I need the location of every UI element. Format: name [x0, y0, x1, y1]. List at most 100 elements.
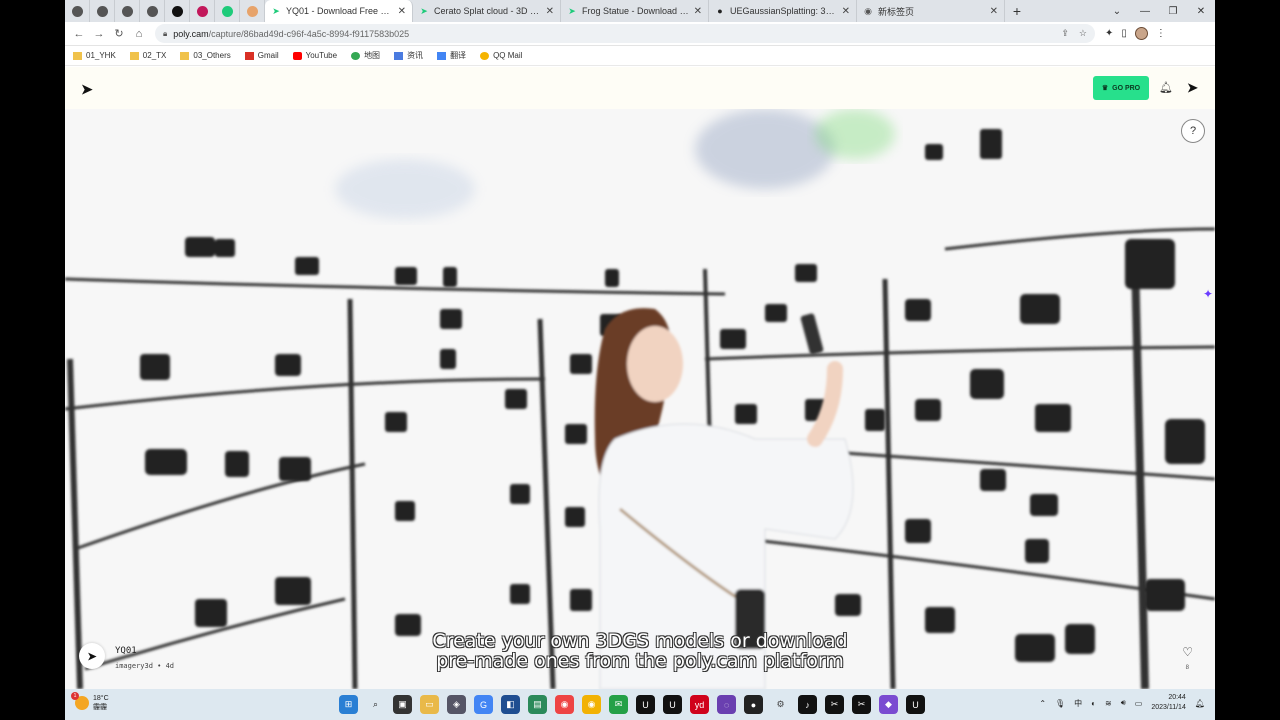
- unreal-icon[interactable]: U: [906, 695, 925, 714]
- pinned-tab[interactable]: [115, 0, 140, 22]
- capcut-icon[interactable]: ✂: [852, 695, 871, 714]
- tab-title: Frog Statue - Download Free: [582, 6, 690, 16]
- bookmark-gmail[interactable]: Gmail: [244, 51, 279, 60]
- cube-app-icon[interactable]: ◈: [447, 695, 466, 714]
- bookmark-youtube[interactable]: YouTube: [292, 51, 338, 60]
- close-icon[interactable]: ✕: [398, 6, 406, 17]
- news-icon: [394, 51, 404, 60]
- chrome-canary-icon[interactable]: ◉: [582, 695, 601, 714]
- bookmark-folder[interactable]: 03_Others: [180, 51, 231, 60]
- notification-bell-icon[interactable]: 🔔︎: [1195, 699, 1205, 708]
- go-pro-button[interactable]: ♛ GO PRO: [1093, 76, 1149, 100]
- window-controls: ⌄ — ❐ ✕: [1103, 0, 1215, 22]
- star-icon[interactable]: ☆: [1079, 28, 1087, 39]
- chevron-down-icon[interactable]: ⌄: [1103, 6, 1131, 17]
- address-bar[interactable]: 🔒︎ poly.cam/capture/86bad49d-c96f-4a5c-8…: [155, 24, 1095, 43]
- pinned-tab[interactable]: [190, 0, 215, 22]
- close-icon[interactable]: ✕: [546, 6, 554, 17]
- gaussian-splat-scene: [65, 109, 1215, 689]
- tab-yq01[interactable]: ➤ YQ01 - Download Free 3D Mo ✕: [265, 0, 413, 22]
- windows-taskbar: 18°C 霾霾 ⊞ ⌕ ▣ ▭ ◈ G ◧ ▤ ◉ ◉ ✉ U U yd ◌ ●…: [65, 689, 1215, 720]
- microphone-icon[interactable]: 🎙︎: [1055, 699, 1065, 708]
- clock-time: 20:44: [1168, 694, 1186, 701]
- qqmail-icon: [480, 51, 490, 60]
- app-icon: [246, 5, 258, 17]
- bell-icon[interactable]: 🔔︎: [1159, 81, 1173, 94]
- battery-icon[interactable]: ▭: [1135, 699, 1143, 708]
- pinned-tab[interactable]: [240, 0, 265, 22]
- bookmark-folder[interactable]: 02_TX: [129, 51, 166, 60]
- home-button[interactable]: ⌂: [129, 24, 149, 44]
- capcut-icon[interactable]: ✂: [825, 695, 844, 714]
- restore-button[interactable]: ❐: [1159, 6, 1187, 17]
- bookmark-maps[interactable]: 地图: [351, 50, 380, 61]
- close-icon[interactable]: ✕: [694, 6, 702, 17]
- weather-temp: 18°C: [93, 695, 109, 702]
- visual-studio-icon[interactable]: ◆: [879, 695, 898, 714]
- weather-widget[interactable]: 18°C 霾霾: [71, 692, 109, 712]
- bookmark-folder[interactable]: 01_YHK: [73, 51, 116, 60]
- pinned-tab[interactable]: [65, 0, 90, 22]
- windows-start-icon[interactable]: ⊞: [339, 695, 358, 714]
- sidepanel-icon[interactable]: ▯: [1121, 28, 1127, 39]
- unreal-icon[interactable]: U: [636, 695, 655, 714]
- bookmark-news[interactable]: 资讯: [394, 50, 423, 61]
- tab-frog[interactable]: ➤ Frog Statue - Download Free ✕: [561, 0, 709, 22]
- sparkle-icon[interactable]: ✦: [1203, 287, 1213, 301]
- unreal-icon[interactable]: U: [663, 695, 682, 714]
- extensions-icon[interactable]: ✦: [1105, 28, 1113, 39]
- bookmark-label: 01_YHK: [86, 51, 116, 60]
- heart-icon[interactable]: ♡: [1182, 645, 1193, 659]
- task-view-icon[interactable]: ▣: [393, 695, 412, 714]
- chevron-up-icon[interactable]: ⌃: [1039, 699, 1046, 708]
- 3d-viewer[interactable]: ? ✦ Create your own 3DGS models or downl…: [65, 109, 1215, 689]
- app-icon[interactable]: ◌: [717, 695, 736, 714]
- polycam-logo[interactable]: ➤: [81, 81, 93, 98]
- close-icon[interactable]: ✕: [842, 6, 850, 17]
- chrome-icon[interactable]: ◉: [555, 695, 574, 714]
- help-button[interactable]: ?: [1181, 119, 1205, 143]
- minimize-button[interactable]: —: [1131, 6, 1159, 17]
- file-explorer-icon[interactable]: ▭: [420, 695, 439, 714]
- menu-icon[interactable]: ⋮: [1156, 28, 1166, 39]
- pinned-tab[interactable]: [215, 0, 240, 22]
- folder-icon: [180, 51, 190, 60]
- wifi-icon[interactable]: ≋: [1105, 699, 1112, 708]
- tiktok-icon[interactable]: ♪: [798, 695, 817, 714]
- new-tab-button[interactable]: +: [1005, 0, 1029, 22]
- tab-title: UEGaussianSplatting: 3D Gau: [730, 6, 838, 16]
- ime-mode-icon[interactable]: ◐: [1091, 699, 1096, 708]
- settings-icon[interactable]: ⚙: [771, 695, 790, 714]
- wechat-icon[interactable]: ✉: [609, 695, 628, 714]
- close-icon[interactable]: ✕: [990, 6, 998, 17]
- bookmark-qqmail[interactable]: QQ Mail: [480, 51, 522, 60]
- share-icon[interactable]: ⇪: [1061, 28, 1069, 39]
- store-icon[interactable]: ◧: [501, 695, 520, 714]
- recorder-icon[interactable]: ●: [744, 695, 763, 714]
- tab-newtab[interactable]: ◉ 新标签页 ✕: [857, 0, 1005, 22]
- app-icon[interactable]: ▤: [528, 695, 547, 714]
- clock[interactable]: 20:44 2023/11/14: [1151, 693, 1186, 713]
- model-name: YQ01: [115, 646, 137, 656]
- google-icon[interactable]: G: [474, 695, 493, 714]
- forward-button[interactable]: →: [89, 24, 109, 44]
- back-button[interactable]: ←: [69, 24, 89, 44]
- tab-cerato[interactable]: ➤ Cerato Splat cloud - 3D Mode ✕: [413, 0, 561, 22]
- reload-button[interactable]: ↻: [109, 24, 129, 44]
- bookmark-translate[interactable]: 翻译: [437, 50, 466, 61]
- close-window-button[interactable]: ✕: [1187, 6, 1215, 17]
- pinned-tab[interactable]: [165, 0, 190, 22]
- volume-icon[interactable]: 🔊︎: [1121, 698, 1126, 708]
- tab-uegaussian[interactable]: ● UEGaussianSplatting: 3D Gau ✕: [709, 0, 857, 22]
- lock-icon: 🔒︎: [163, 28, 168, 38]
- youdao-icon[interactable]: yd: [690, 695, 709, 714]
- pinned-tab[interactable]: [90, 0, 115, 22]
- author-avatar[interactable]: ➤: [79, 643, 105, 669]
- avatar[interactable]: [1134, 27, 1148, 40]
- ime-indicator[interactable]: 中: [1074, 698, 1082, 709]
- bookmark-label: YouTube: [305, 51, 338, 60]
- pinned-tab[interactable]: [140, 0, 165, 22]
- tab-title: Cerato Splat cloud - 3D Mode: [434, 6, 542, 16]
- user-menu-icon[interactable]: ➤: [1187, 80, 1198, 96]
- search-icon[interactable]: ⌕: [366, 695, 385, 714]
